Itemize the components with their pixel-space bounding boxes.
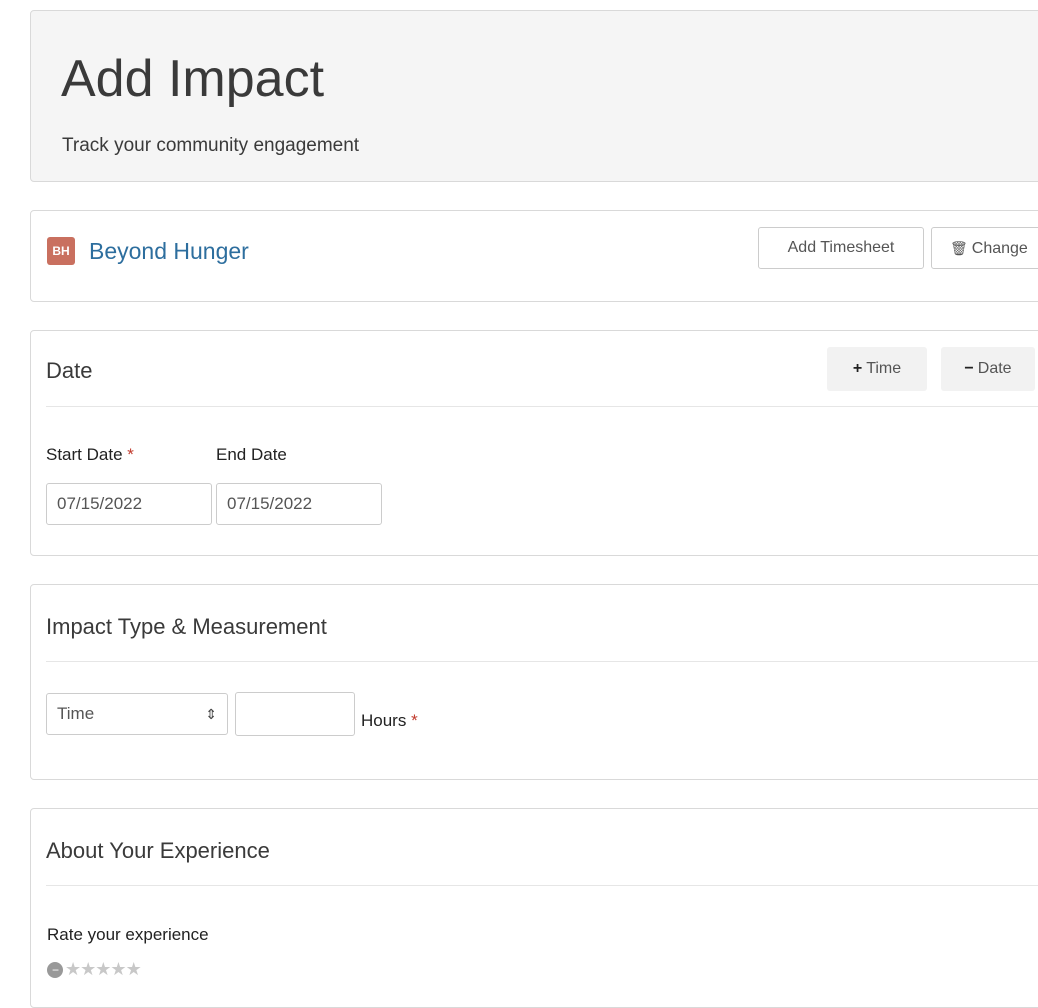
- required-marker: *: [127, 445, 134, 464]
- date-section-title: Date: [46, 358, 93, 383]
- start-date-input[interactable]: 07/15/2022: [46, 483, 212, 525]
- remove-date-button[interactable]: − Date: [941, 347, 1035, 391]
- change-button-label: Change: [971, 240, 1028, 257]
- impact-section: Impact Type & Measurement Time ⇕ Hours *: [30, 584, 1038, 780]
- add-timesheet-button[interactable]: Add Timesheet: [758, 227, 924, 269]
- star-icon[interactable]: ★: [95, 959, 111, 979]
- trash-icon: 🗑: [950, 240, 968, 256]
- star-rating[interactable]: − ★★★★★: [47, 959, 142, 980]
- remove-date-label: Date: [977, 360, 1012, 377]
- organization-logo: BH: [47, 237, 75, 265]
- change-organization-button[interactable]: 🗑 Change: [931, 227, 1038, 269]
- select-chevron-icon: ⇕: [205, 706, 217, 722]
- page-subtitle: Track your community engagement: [62, 135, 360, 156]
- hours-input[interactable]: [235, 692, 355, 736]
- plus-icon: +: [852, 360, 863, 377]
- start-date-label: Start Date *: [46, 445, 134, 465]
- organization-panel: BH Beyond Hunger Add Timesheet 🗑 Change: [30, 210, 1038, 302]
- page-title: Add Impact: [61, 50, 325, 108]
- section-divider: [46, 406, 1038, 407]
- date-section: Date + Time − Date Start Date * End Date 0…: [30, 330, 1038, 556]
- required-marker: *: [411, 711, 418, 730]
- clear-rating-icon[interactable]: −: [47, 962, 63, 979]
- impact-type-select[interactable]: Time ⇕: [46, 693, 228, 735]
- star-icon[interactable]: ★: [80, 959, 96, 979]
- page-header: Add Impact Track your community engageme…: [30, 10, 1038, 182]
- section-divider: [46, 885, 1038, 886]
- star-icon[interactable]: ★: [65, 959, 81, 979]
- rate-experience-label: Rate your experience: [47, 925, 209, 944]
- add-time-label: Time: [866, 360, 902, 377]
- impact-section-title: Impact Type & Measurement: [46, 614, 327, 639]
- impact-type-value: Time: [57, 704, 95, 723]
- star-icon[interactable]: ★: [126, 959, 142, 979]
- hours-label: Hours *: [361, 711, 418, 731]
- section-divider: [46, 661, 1038, 662]
- star-icon[interactable]: ★: [110, 959, 126, 979]
- end-date-label: End Date: [216, 445, 287, 464]
- experience-section: About Your Experience Rate your experien…: [30, 808, 1038, 1008]
- hours-label-text: Hours: [361, 711, 407, 730]
- minus-icon: −: [964, 360, 974, 377]
- end-date-input[interactable]: 07/15/2022: [216, 483, 382, 525]
- start-date-label-text: Start Date: [46, 445, 123, 464]
- add-time-button[interactable]: + Time: [827, 347, 927, 391]
- organization-name-link[interactable]: Beyond Hunger: [89, 238, 249, 265]
- experience-section-title: About Your Experience: [46, 838, 270, 863]
